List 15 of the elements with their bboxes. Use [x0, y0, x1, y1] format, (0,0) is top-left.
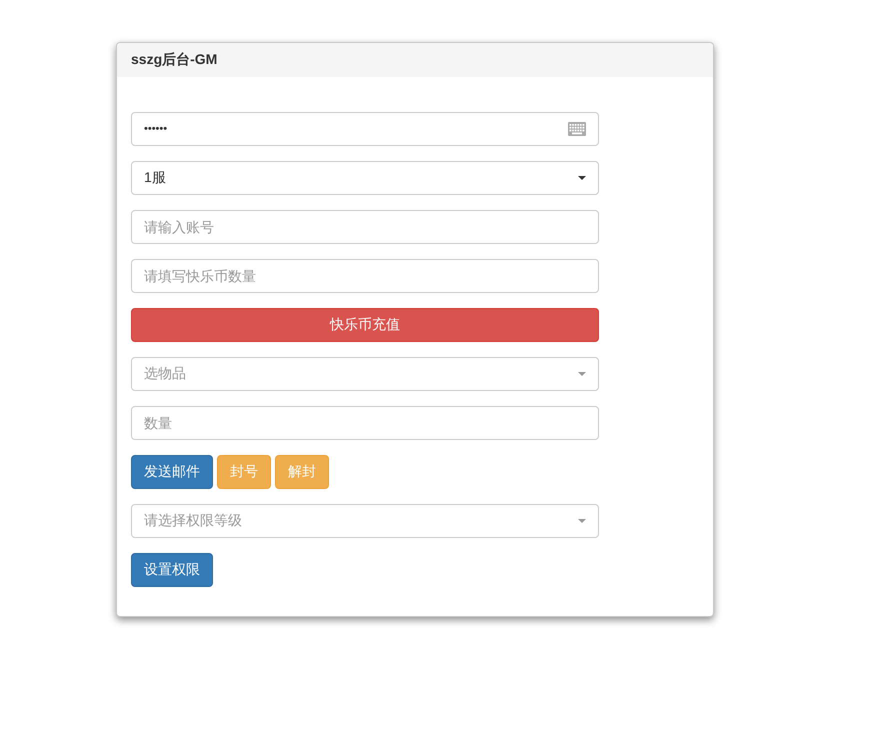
action-button[interactable]: 快乐币充值 [131, 308, 599, 342]
caret-icon [578, 176, 586, 180]
caret-icon [578, 519, 586, 523]
select-field[interactable]: 选物品 [131, 357, 599, 391]
action-button[interactable]: 设置权限 [131, 553, 213, 587]
caret-icon [578, 372, 586, 376]
input-field[interactable]: 请输入账号 [131, 210, 599, 244]
action-button[interactable]: 发送邮件 [131, 455, 213, 489]
input-field[interactable]: 请填写快乐币数量 [131, 259, 599, 293]
keyboard-icon[interactable] [568, 122, 586, 136]
input-field[interactable]: 数量 [131, 406, 599, 440]
password-field[interactable]: •••••• [131, 112, 599, 146]
panel-title: sszg后台-GM [131, 51, 218, 69]
select-field[interactable]: 请选择权限等级 [131, 504, 599, 538]
select-field[interactable]: 1服 [131, 161, 599, 195]
